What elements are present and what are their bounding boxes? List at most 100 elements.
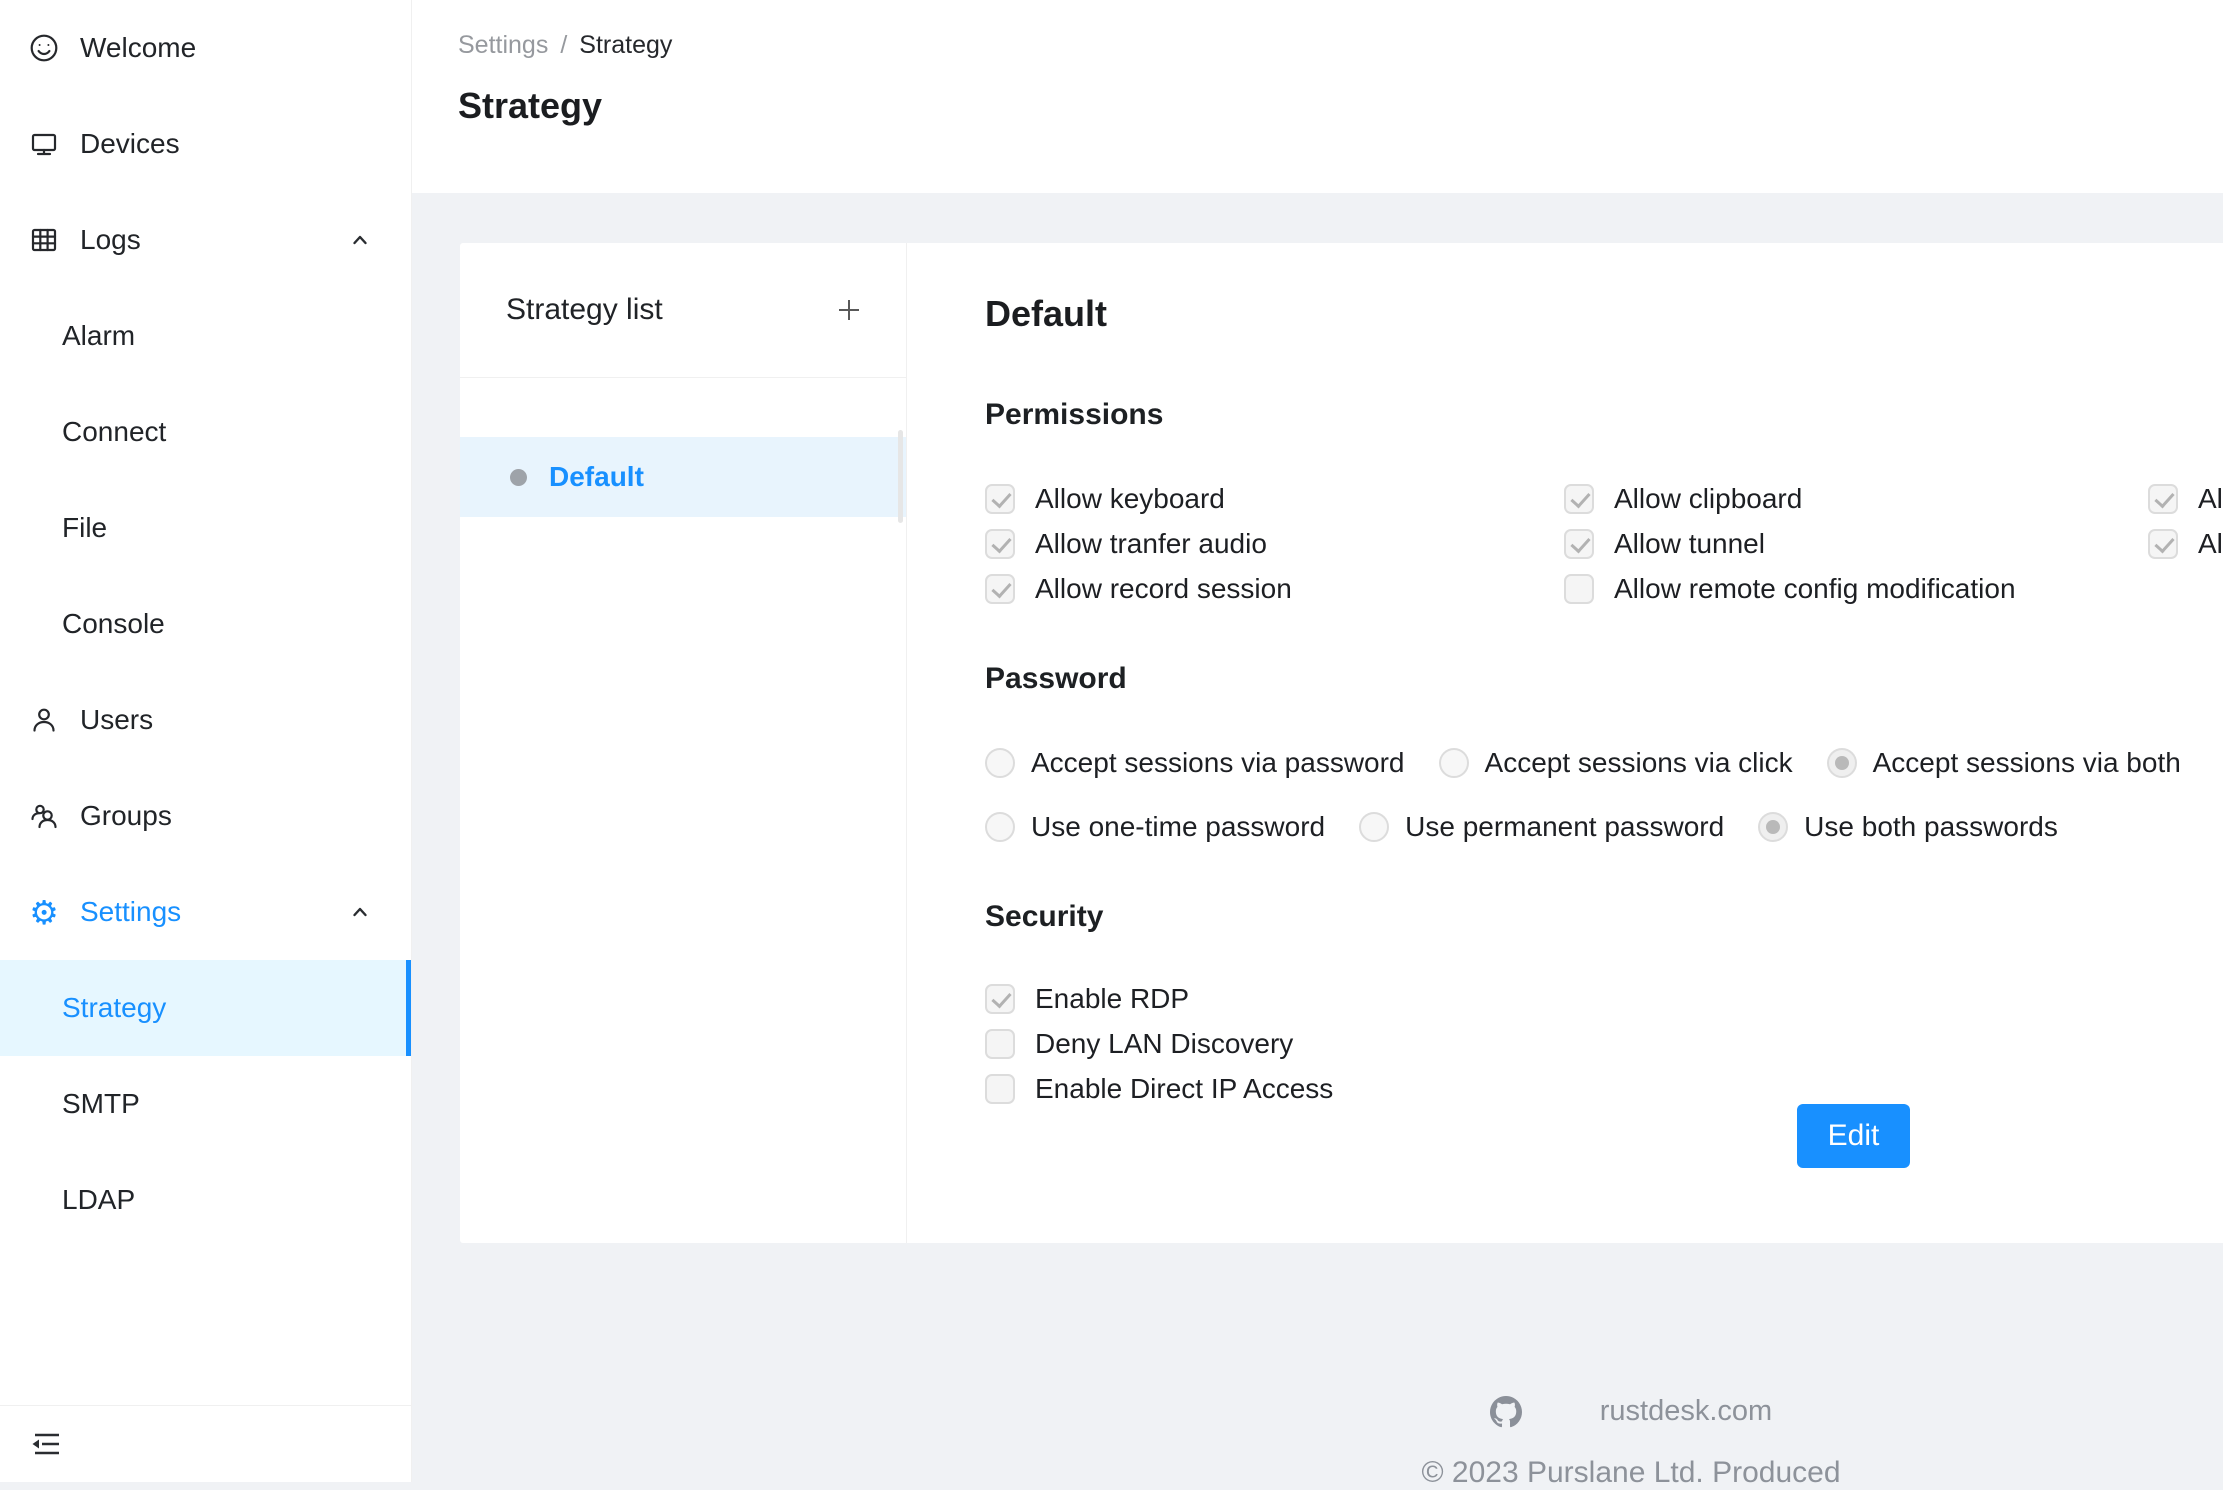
sidebar-item-label: Groups (80, 800, 172, 832)
gear-icon: ⚙ (28, 896, 60, 928)
sidebar-item-label: Settings (80, 896, 181, 928)
radio-icon (1359, 812, 1389, 842)
github-icon[interactable] (1490, 1396, 1522, 1428)
sidebar-item-connect[interactable]: Connect (0, 384, 411, 480)
chevron-up-icon (349, 901, 371, 923)
checkbox-icon (985, 529, 1015, 559)
radio-icon (985, 812, 1015, 842)
sidebar-item-label: Devices (80, 128, 180, 160)
footer-copyright: © 2023 Purslane Ltd. Produced (412, 1456, 2223, 1490)
sidebar-item-welcome[interactable]: Welcome (0, 0, 411, 96)
checkbox-allow-truncated-1[interactable]: All (2148, 484, 2223, 514)
breadcrumb-strategy: Strategy (579, 30, 672, 60)
checkbox-enable-direct-ip-access[interactable]: Enable Direct IP Access (985, 1074, 2223, 1104)
strategy-list-title: Strategy list (506, 293, 663, 327)
sidebar-item-logs[interactable]: Logs (0, 192, 411, 288)
breadcrumb: Settings / Strategy (458, 30, 2223, 60)
strategy-list-panel: Strategy list Default (460, 243, 907, 1243)
page-title: Strategy (458, 84, 2223, 128)
sidebar-item-label: LDAP (62, 1184, 135, 1216)
checkbox-allow-tranfer-audio[interactable]: Allow tranfer audio (985, 529, 1564, 559)
strategy-card: Strategy list Default Default (460, 243, 2223, 1243)
sidebar-item-smtp[interactable]: SMTP (0, 1056, 411, 1152)
strategy-list-header: Strategy list (460, 243, 906, 378)
checkbox-icon (985, 574, 1015, 604)
sidebar-footer (0, 1405, 411, 1482)
radio-accept-sessions-via-both[interactable]: Accept sessions via both (1827, 748, 2181, 778)
monitor-icon (28, 128, 60, 160)
checkbox-icon (985, 484, 1015, 514)
password-type-radio-group: Use one-time password Use permanent pass… (985, 812, 2223, 842)
plus-icon (836, 297, 862, 323)
radio-use-permanent-password[interactable]: Use permanent password (1359, 812, 1724, 842)
edit-button[interactable]: Edit (1797, 1104, 1910, 1168)
sidebar-item-devices[interactable]: Devices (0, 96, 411, 192)
scrollbar-thumb[interactable] (898, 430, 903, 523)
radio-accept-sessions-via-click[interactable]: Accept sessions via click (1439, 748, 1793, 778)
radio-icon (1827, 748, 1857, 778)
sidebar-item-label: Alarm (62, 320, 135, 352)
checkbox-icon (985, 1029, 1015, 1059)
permissions-heading: Permissions (985, 396, 2223, 434)
page-footer: rustdesk.com © 2023 Purslane Ltd. Produc… (412, 1395, 2223, 1490)
security-heading: Security (985, 898, 2223, 936)
sidebar-item-file[interactable]: File (0, 480, 411, 576)
sidebar-item-settings[interactable]: ⚙ Settings (0, 864, 411, 960)
strategy-detail-title: Default (985, 291, 2223, 336)
radio-use-one-time-password[interactable]: Use one-time password (985, 812, 1325, 842)
sidebar-item-users[interactable]: Users (0, 672, 411, 768)
checkbox-allow-remote-config-modification[interactable]: Allow remote config modification (1564, 574, 2148, 604)
sidebar-item-label: File (62, 512, 107, 544)
radio-icon (1758, 812, 1788, 842)
checkbox-icon (985, 1074, 1015, 1104)
sidebar-item-label: SMTP (62, 1088, 140, 1120)
radio-use-both-passwords[interactable]: Use both passwords (1758, 812, 2058, 842)
sidebar: Welcome Devices Logs Alarm Connect (0, 0, 412, 1482)
strategy-status-dot (510, 469, 527, 486)
sidebar-item-strategy[interactable]: Strategy (0, 960, 411, 1056)
radio-icon (1439, 748, 1469, 778)
password-session-radio-group: Accept sessions via password Accept sess… (985, 748, 2223, 778)
checkbox-allow-record-session[interactable]: Allow record session (985, 574, 1564, 604)
menu-fold-icon[interactable] (28, 1429, 62, 1459)
sidebar-item-label: Users (80, 704, 153, 736)
sidebar-item-label: Console (62, 608, 165, 640)
security-checkbox-group: Enable RDP Deny LAN Discovery Enable Dir… (985, 984, 2223, 1104)
sidebar-item-alarm[interactable]: Alarm (0, 288, 411, 384)
strategy-list-item-label: Default (549, 461, 644, 493)
sidebar-item-label: Strategy (62, 992, 166, 1024)
main-area: Settings / Strategy Strategy Strategy li… (412, 0, 2223, 1482)
footer-links: rustdesk.com (412, 1395, 2223, 1428)
checkbox-icon (1564, 529, 1594, 559)
sidebar-item-ldap[interactable]: LDAP (0, 1152, 411, 1248)
users-icon (28, 800, 60, 832)
sidebar-item-console[interactable]: Console (0, 576, 411, 672)
sidebar-item-label: Logs (80, 224, 141, 256)
sidebar-item-groups[interactable]: Groups (0, 768, 411, 864)
permissions-grid: Allow keyboard Allow clipboard All Allow… (985, 484, 2223, 604)
checkbox-allow-clipboard[interactable]: Allow clipboard (1564, 484, 2148, 514)
sidebar-item-label: Welcome (80, 32, 196, 64)
checkbox-enable-rdp[interactable]: Enable RDP (985, 984, 2223, 1014)
table-grid-icon (28, 224, 60, 256)
user-icon (28, 704, 60, 736)
sidebar-item-label: Connect (62, 416, 166, 448)
checkbox-icon (1564, 574, 1594, 604)
radio-icon (985, 748, 1015, 778)
smiley-icon (28, 32, 60, 64)
checkbox-deny-lan-discovery[interactable]: Deny LAN Discovery (985, 1029, 2223, 1059)
footer-link-rustdesk[interactable]: rustdesk.com (1600, 1395, 1772, 1428)
checkbox-allow-truncated-2[interactable]: All (2148, 529, 2223, 559)
strategy-list-body: Default (460, 378, 906, 517)
strategy-detail: Default Permissions Allow keyboard Allow… (907, 243, 2223, 1243)
strategy-list-item-default[interactable]: Default (460, 437, 906, 517)
checkbox-icon (985, 984, 1015, 1014)
page-header: Settings / Strategy Strategy (412, 0, 2223, 193)
radio-accept-sessions-via-password[interactable]: Accept sessions via password (985, 748, 1405, 778)
breadcrumb-settings[interactable]: Settings (458, 30, 548, 60)
checkbox-allow-tunnel[interactable]: Allow tunnel (1564, 529, 2148, 559)
checkbox-icon (2148, 529, 2178, 559)
checkbox-allow-keyboard[interactable]: Allow keyboard (985, 484, 1564, 514)
chevron-up-icon (349, 229, 371, 251)
add-strategy-button[interactable] (832, 293, 866, 327)
